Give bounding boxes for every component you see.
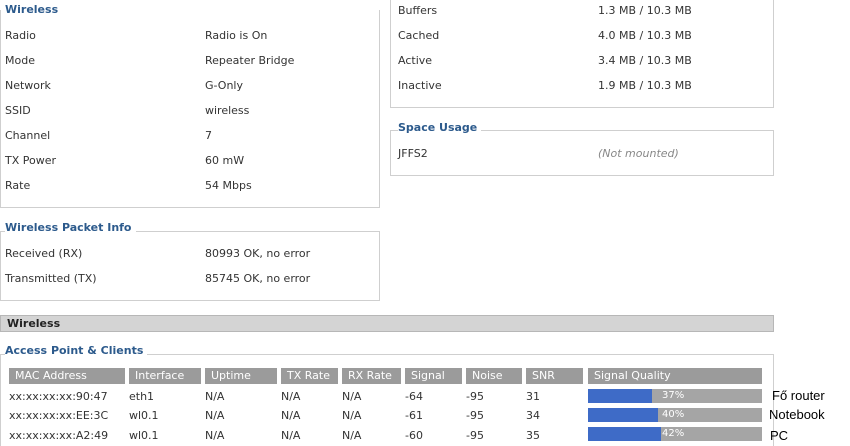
packet-tx-label: Transmitted (TX) bbox=[5, 272, 97, 285]
signal-quality-bar: 42% bbox=[588, 427, 762, 441]
wireless-value-rate: 54 Mbps bbox=[205, 179, 252, 192]
signal-quality-fill bbox=[588, 427, 662, 441]
client-note-2: PC bbox=[770, 428, 789, 443]
cell-interface: wl0.1 bbox=[129, 409, 159, 422]
wireless-section-header: Wireless bbox=[0, 315, 774, 332]
wireless-label-txpower: TX Power bbox=[5, 154, 57, 167]
col-header-rxrate[interactable]: RX Rate bbox=[342, 368, 401, 384]
memory-label-cached: Cached bbox=[398, 29, 440, 42]
cell-rxrate: N/A bbox=[342, 390, 362, 403]
wireless-legend: Wireless bbox=[5, 3, 63, 16]
wireless-label-network: Network bbox=[5, 79, 51, 92]
memory-value-active: 3.4 MB / 10.3 MB bbox=[598, 54, 692, 67]
wireless-label-ssid: SSID bbox=[5, 104, 31, 117]
wireless-label-mode: Mode bbox=[5, 54, 35, 67]
space-usage-value: (Not mounted) bbox=[598, 147, 679, 160]
wireless-panel bbox=[0, 10, 380, 208]
col-header-snr[interactable]: SNR bbox=[526, 368, 583, 384]
signal-quality-bar: 40% bbox=[588, 408, 762, 422]
cell-txrate: N/A bbox=[281, 390, 301, 403]
space-usage-legend: Space Usage bbox=[398, 121, 482, 134]
cell-mac: xx:xx:xx:xx:90:47 bbox=[9, 390, 108, 403]
cell-rxrate: N/A bbox=[342, 429, 362, 442]
packet-info-legend: Wireless Packet Info bbox=[5, 221, 136, 234]
col-header-interface[interactable]: Interface bbox=[129, 368, 201, 384]
cell-interface: wl0.1 bbox=[129, 429, 159, 442]
memory-value-cached: 4.0 MB / 10.3 MB bbox=[598, 29, 692, 42]
client-note-1: Notebook bbox=[769, 407, 825, 422]
wireless-value-mode: Repeater Bridge bbox=[205, 54, 295, 67]
cell-rxrate: N/A bbox=[342, 409, 362, 422]
packet-tx-value: 85745 OK, no error bbox=[205, 272, 311, 285]
packet-info-panel bbox=[0, 231, 380, 301]
memory-panel bbox=[390, 0, 774, 108]
memory-label-buffers: Buffers bbox=[398, 4, 438, 17]
memory-value-inactive: 1.9 MB / 10.3 MB bbox=[598, 79, 692, 92]
cell-signal: -60 bbox=[405, 429, 423, 442]
memory-label-active: Active bbox=[398, 54, 433, 67]
signal-quality-fill bbox=[588, 389, 653, 403]
col-header-uptime[interactable]: Uptime bbox=[205, 368, 277, 384]
cell-noise: -95 bbox=[466, 429, 484, 442]
packet-rx-value: 80993 OK, no error bbox=[205, 247, 311, 260]
memory-value-buffers: 1.3 MB / 10.3 MB bbox=[598, 4, 692, 17]
cell-mac: xx:xx:xx:xx:A2:49 bbox=[9, 429, 109, 442]
cell-uptime: N/A bbox=[205, 429, 225, 442]
col-header-txrate[interactable]: TX Rate bbox=[281, 368, 338, 384]
space-usage-panel bbox=[390, 130, 774, 176]
wireless-label-channel: Channel bbox=[5, 129, 51, 142]
signal-quality-text: 40% bbox=[662, 409, 685, 420]
col-header-noise[interactable]: Noise bbox=[466, 368, 522, 384]
signal-quality-text: 37% bbox=[662, 390, 685, 401]
cell-signal: -64 bbox=[405, 390, 423, 403]
packet-rx-label: Received (RX) bbox=[5, 247, 83, 260]
col-header-mac[interactable]: MAC Address bbox=[9, 368, 125, 384]
space-usage-label: JFFS2 bbox=[398, 147, 428, 160]
cell-noise: -95 bbox=[466, 390, 484, 403]
cell-interface: eth1 bbox=[129, 390, 155, 403]
client-note-0: Fő router bbox=[772, 388, 825, 403]
col-header-signal-quality[interactable]: Signal Quality bbox=[588, 368, 762, 384]
cell-uptime: N/A bbox=[205, 409, 225, 422]
ap-clients-legend: Access Point & Clients bbox=[5, 344, 148, 357]
wireless-label-radio: Radio bbox=[5, 29, 36, 42]
col-header-signal[interactable]: Signal bbox=[405, 368, 462, 384]
signal-quality-fill bbox=[588, 408, 658, 422]
cell-signal: -61 bbox=[405, 409, 423, 422]
cell-snr: 31 bbox=[526, 390, 540, 403]
signal-quality-bar: 37% bbox=[588, 389, 762, 403]
cell-mac: xx:xx:xx:xx:EE:3C bbox=[9, 409, 109, 422]
wireless-label-rate: Rate bbox=[5, 179, 31, 192]
cell-txrate: N/A bbox=[281, 429, 301, 442]
wireless-value-network: G-Only bbox=[205, 79, 243, 92]
cell-snr: 34 bbox=[526, 409, 540, 422]
cell-snr: 35 bbox=[526, 429, 540, 442]
wireless-value-channel: 7 bbox=[205, 129, 212, 142]
signal-quality-text: 42% bbox=[662, 428, 685, 439]
cell-txrate: N/A bbox=[281, 409, 301, 422]
memory-label-inactive: Inactive bbox=[398, 79, 442, 92]
cell-noise: -95 bbox=[466, 409, 484, 422]
wireless-value-ssid: wireless bbox=[205, 104, 250, 117]
cell-uptime: N/A bbox=[205, 390, 225, 403]
wireless-value-radio: Radio is On bbox=[205, 29, 268, 42]
wireless-value-txpower: 60 mW bbox=[205, 154, 245, 167]
